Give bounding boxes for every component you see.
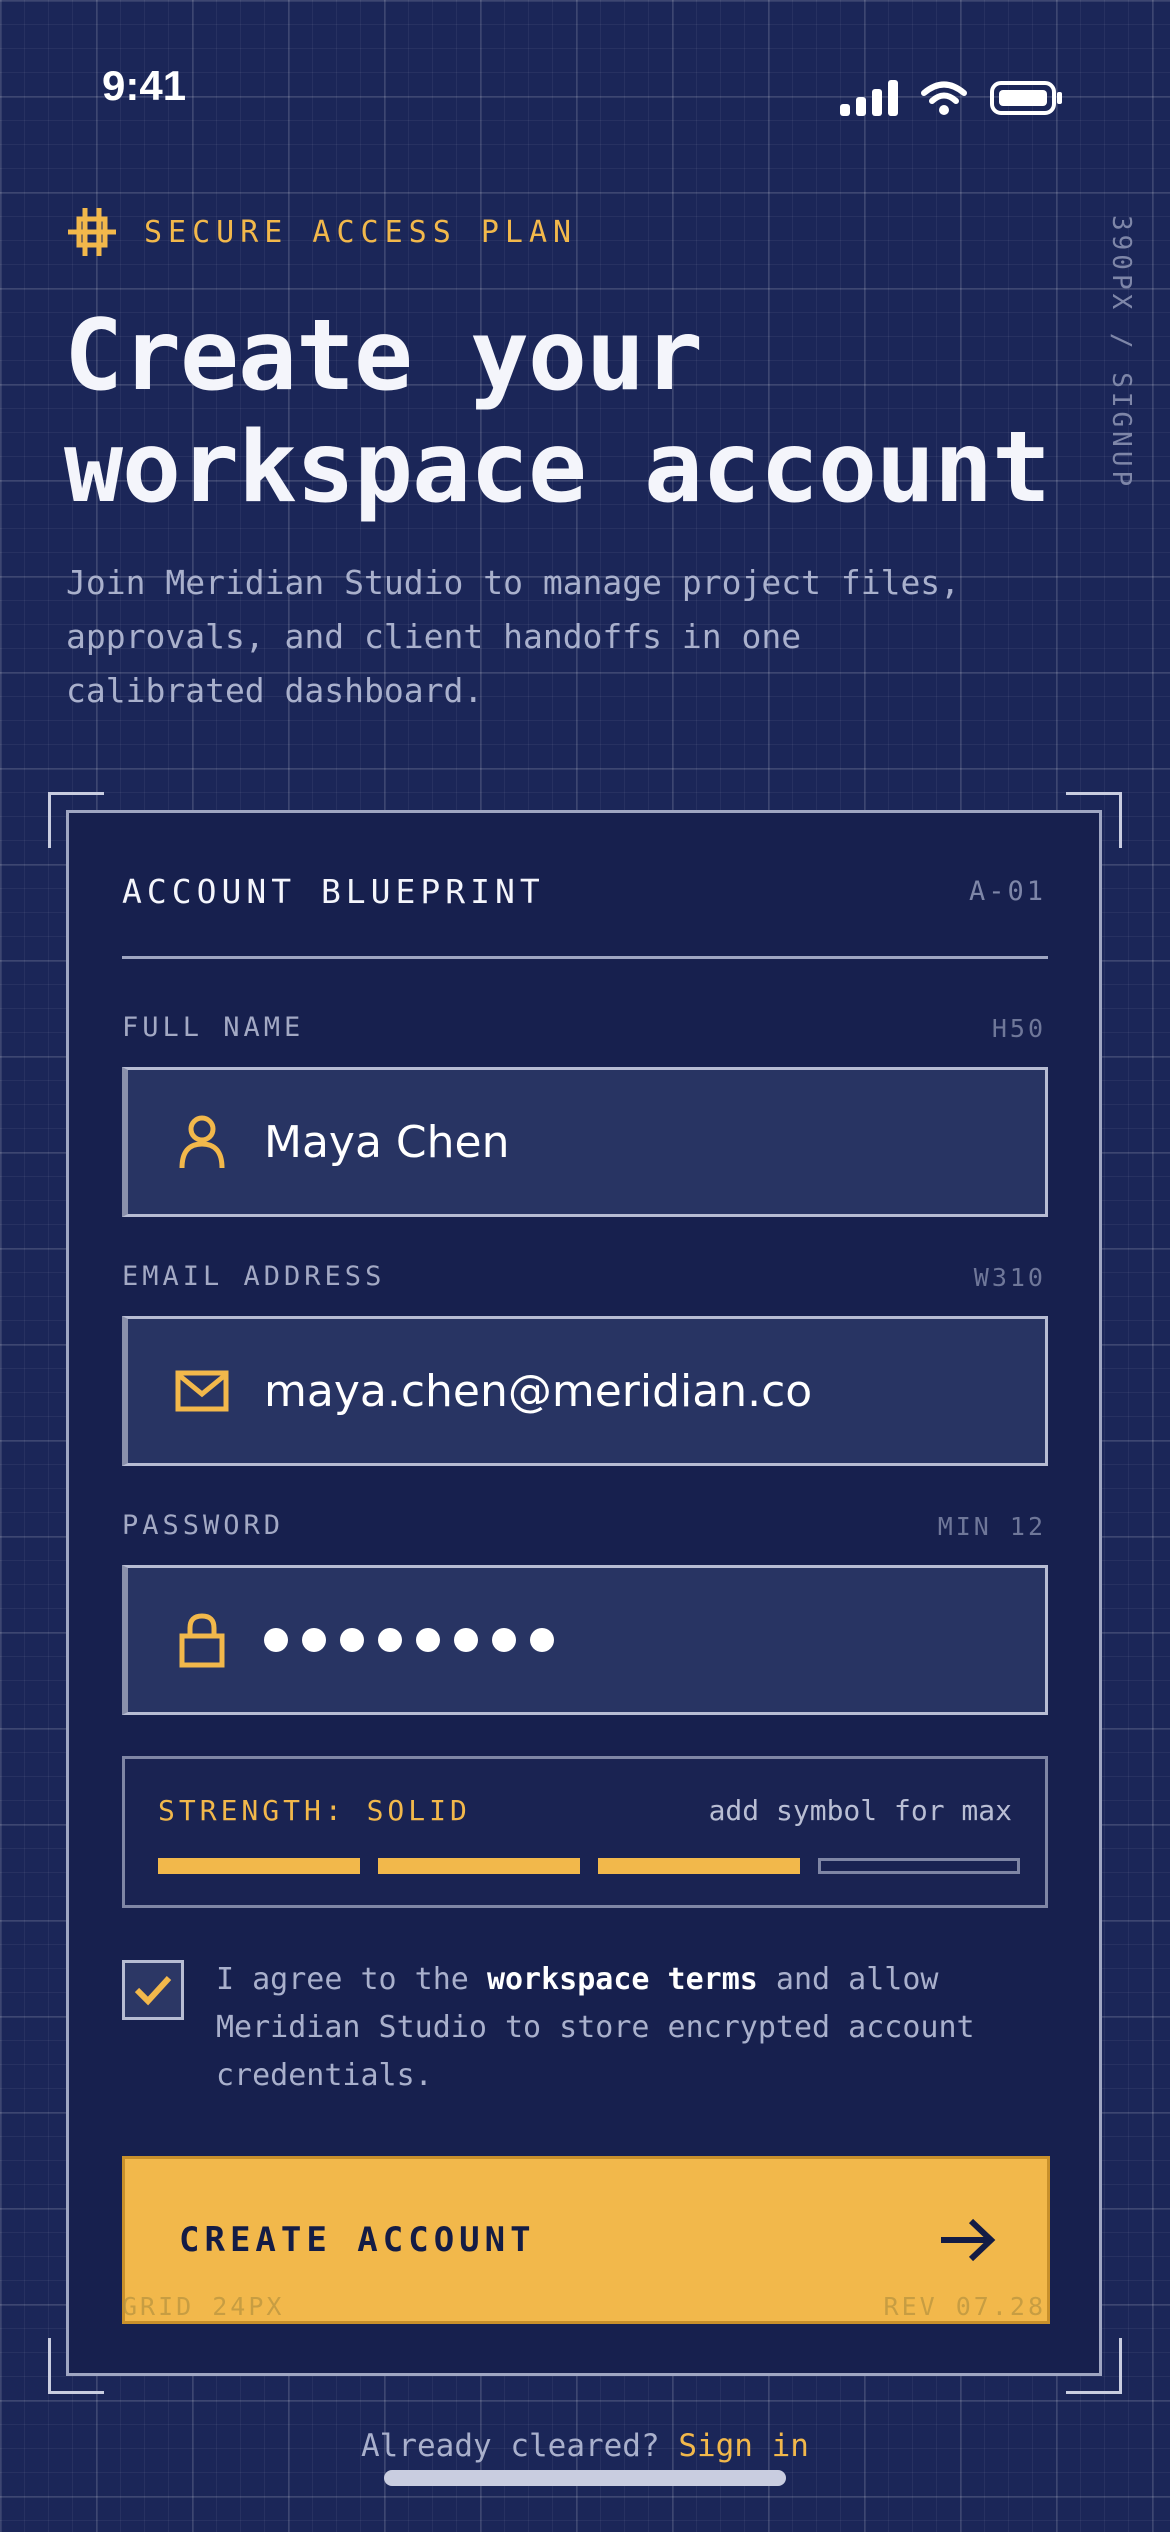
strength-meter [158, 1858, 1020, 1874]
grid-meta: GRID 24PX [122, 2292, 285, 2321]
email-spec: W310 [973, 1263, 1046, 1292]
password-mask [264, 1628, 554, 1652]
title-line-2: workspace account [64, 411, 1051, 525]
full-name-field[interactable]: Maya Chen [122, 1067, 1048, 1217]
title-line-1: Create your [64, 299, 703, 413]
password-dot [264, 1628, 288, 1652]
password-dot [378, 1628, 402, 1652]
battery-icon [990, 81, 1062, 115]
password-dot [530, 1628, 554, 1652]
email-value: maya.chen@meridian.co [264, 1365, 813, 1417]
full-name-spec: H50 [991, 1014, 1046, 1043]
strength-label: STRENGTH: SOLID [158, 1794, 471, 1827]
terms-text-before: I agree to the [216, 1962, 487, 1997]
eyebrow: SECURE ACCESS PLAN [68, 208, 577, 256]
divider [122, 956, 1048, 959]
card-code: A-01 [968, 876, 1046, 907]
strength-hint: add symbol for max [708, 1794, 1012, 1827]
strength-segment [158, 1858, 360, 1874]
password-dot [302, 1628, 326, 1652]
eyebrow-label: SECURE ACCESS PLAN [144, 214, 578, 250]
strength-segment [378, 1858, 580, 1874]
password-field[interactable] [122, 1565, 1048, 1715]
password-dot [454, 1628, 478, 1652]
mail-icon [168, 1370, 236, 1412]
full-name-label: FULL NAME [122, 1012, 305, 1043]
terms-text: I agree to the workspace terms and allow… [216, 1956, 1036, 2100]
password-dot [340, 1628, 364, 1652]
password-spec: MIN 12 [937, 1512, 1046, 1541]
email-label: EMAIL ADDRESS [122, 1261, 386, 1292]
terms-link[interactable]: workspace terms [487, 1962, 758, 1997]
sign-in-link[interactable]: Sign in [678, 2428, 809, 2464]
password-dot [416, 1628, 440, 1652]
strength-segment [598, 1858, 800, 1874]
password-dot [492, 1628, 516, 1652]
sign-in-prompt: Already cleared? Sign in [0, 2428, 1170, 2464]
checkmark-icon [134, 1975, 172, 2006]
page-subtitle: Join Meridian Studio to manage project f… [66, 563, 961, 710]
strength-segment [818, 1858, 1020, 1874]
home-indicator[interactable] [384, 2470, 786, 2486]
password-label: PASSWORD [122, 1510, 285, 1541]
page-title: Create your workspace account [64, 299, 1051, 525]
email-field[interactable]: maya.chen@meridian.co [122, 1316, 1048, 1466]
status-icons [840, 80, 1062, 116]
user-icon [168, 1114, 236, 1170]
wifi-icon [921, 81, 967, 115]
card-heading: ACCOUNT BLUEPRINT [122, 872, 545, 911]
status-time: 9:41 [102, 62, 187, 109]
crosshair-grid-icon [68, 208, 116, 256]
full-name-value: Maya Chen [264, 1116, 510, 1168]
cellular-signal-icon [840, 80, 898, 116]
arrow-right-icon [941, 2218, 996, 2262]
sign-in-prompt-text: Already cleared? [361, 2428, 660, 2464]
side-spec-label: 390PX / SIGNUP [1106, 215, 1136, 491]
create-account-label: CREATE ACCOUNT [179, 2220, 536, 2260]
strength-panel [122, 1756, 1048, 1908]
revision-meta: REV 07.28 [883, 2292, 1046, 2321]
lock-icon [168, 1612, 236, 1668]
terms-checkbox[interactable] [122, 1960, 184, 2020]
